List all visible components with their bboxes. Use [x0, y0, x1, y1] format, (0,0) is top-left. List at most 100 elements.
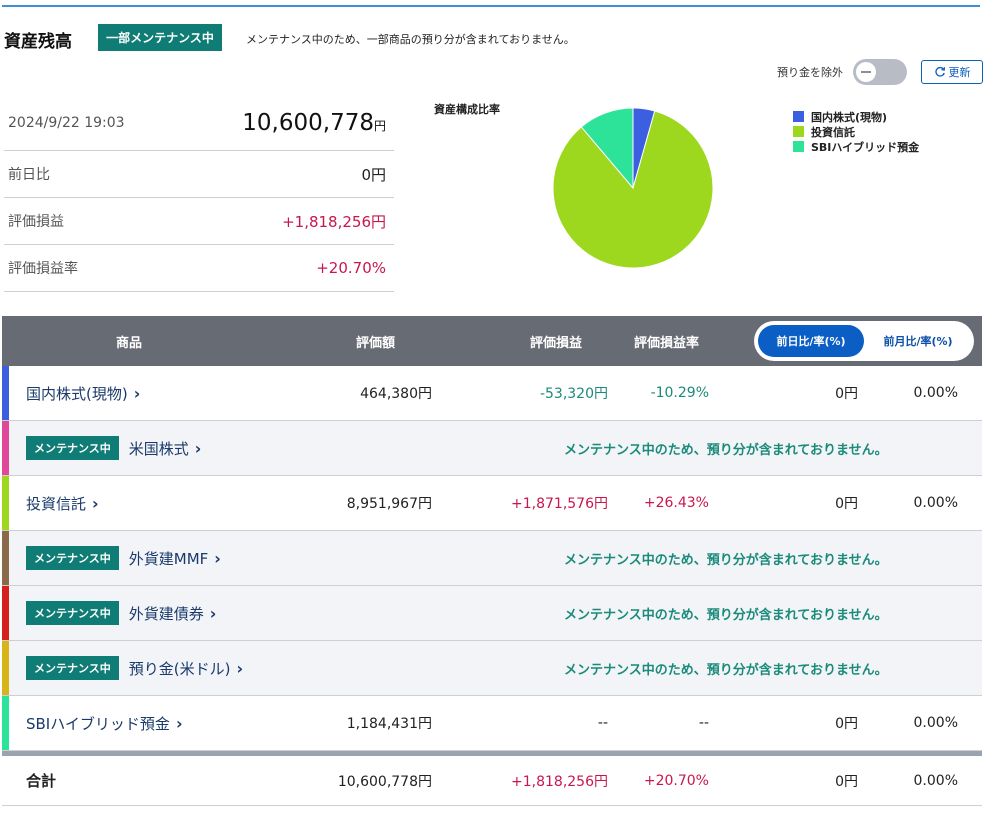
category-color-bar	[2, 531, 9, 585]
table-row: SBIハイブリッド預金 › 1,184,431円 -- -- 0円 0.00%	[2, 696, 982, 751]
product-link[interactable]: メンテナンス中 米国株式 ›	[26, 421, 201, 475]
total-value: 10,600,778円	[337, 773, 432, 790]
exclude-deposit-label: 預り金を除外	[777, 66, 843, 79]
profit-loss: --	[597, 715, 608, 731]
product-link[interactable]: メンテナンス中 外貨建債券 ›	[26, 586, 216, 640]
asset-pie-chart	[552, 107, 714, 269]
total-day-change-rate: 0.00%	[913, 772, 958, 789]
product-link[interactable]: 国内株式(現物) ›	[26, 366, 140, 420]
table-row: 国内株式(現物) › 464,380円 -53,320円 -10.29% 0円 0.00%	[2, 366, 982, 421]
total-row: 合計 10,600,778円 +1,818,256円 +20.70% 0円 0.…	[2, 756, 982, 806]
legend-item: 国内株式(現物)	[793, 109, 919, 124]
comparison-tabs: 前日比/率(%) 前月比/率(%)	[754, 321, 974, 361]
product-name: 投資信託	[26, 494, 87, 513]
day-change: 0円	[835, 496, 858, 512]
product-link[interactable]: 投資信託 ›	[26, 476, 99, 530]
legend-label: 国内株式(現物)	[811, 110, 888, 124]
profit-loss: -53,320円	[539, 386, 608, 402]
chevron-right-icon: ›	[92, 493, 99, 513]
tab-day-comparison[interactable]: 前日比/率(%)	[758, 325, 864, 357]
total-label: 合計	[26, 772, 57, 790]
holdings-table: 商品 評価額 評価損益 評価損益率 前日比/率(%) 前月比/率(%) 国内株式…	[2, 316, 982, 806]
category-color-bar	[2, 421, 9, 475]
maintenance-row-message: メンテナンス中のため、預り分が含まれておりません。	[564, 552, 888, 568]
table-row: 投資信託 › 8,951,967円 +1,871,576円 +26.43% 0円 0.00%	[2, 476, 982, 531]
product-name: SBIハイブリッド預金	[26, 714, 170, 733]
day-change-rate: 0.00%	[913, 495, 958, 511]
timestamp: 2024/9/22 19:03	[8, 115, 125, 131]
refresh-icon	[934, 66, 945, 77]
day-change-label: 前日比	[8, 167, 50, 183]
valuation: 464,380円	[360, 386, 432, 402]
table-row: メンテナンス中 外貨建債券 › メンテナンス中のため、預り分が含まれておりません。	[2, 586, 982, 641]
summary-total-row: 2024/9/22 19:03 10,600,778円	[4, 96, 394, 151]
day-change: 0円	[835, 386, 858, 402]
category-color-bar	[2, 366, 9, 420]
chevron-right-icon: ›	[133, 383, 141, 403]
chevron-right-icon: ›	[214, 548, 221, 568]
profit-loss: +1,871,576円	[511, 496, 608, 512]
maintenance-row-message: メンテナンス中のため、預り分が含まれておりません。	[564, 662, 888, 678]
exclude-deposit-toggle[interactable]	[853, 59, 907, 85]
chart-title: 資産構成比率	[434, 103, 500, 116]
product-name: 外貨建MMF	[128, 549, 209, 568]
tab-month-comparison[interactable]: 前月比/率(%)	[866, 325, 970, 357]
chevron-right-icon: ›	[194, 438, 202, 458]
legend-label: 投資信託	[811, 125, 855, 139]
profit-loss-rate: -10.29%	[650, 385, 709, 401]
maintenance-row-message: メンテナンス中のため、預り分が含まれておりません。	[564, 442, 888, 458]
chart-legend: 国内株式(現物) 投資信託 SBIハイブリッド預金	[793, 109, 919, 154]
legend-swatch	[793, 126, 804, 137]
chevron-right-icon: ›	[236, 658, 244, 678]
product-link[interactable]: SBIハイブリッド預金 ›	[26, 696, 183, 750]
category-color-bar	[2, 696, 9, 750]
total-pl-rate: +20.70%	[643, 772, 709, 789]
maintenance-badge: メンテナンス中	[26, 656, 119, 680]
product-name: 外貨建債券	[128, 604, 204, 623]
category-color-bar	[2, 586, 9, 640]
pl-rate-value: +20.70%	[316, 259, 386, 277]
legend-item: SBIハイブリッド預金	[793, 139, 919, 154]
legend-swatch	[793, 111, 804, 122]
summary-table: 2024/9/22 19:03 10,600,778円 前日比 0円 評価損益 …	[4, 96, 394, 292]
summary-pl-row: 評価損益 +1,818,256円	[4, 198, 394, 245]
table-row: メンテナンス中 米国株式 › メンテナンス中のため、預り分が含まれておりません。	[2, 421, 982, 476]
legend-label: SBIハイブリッド預金	[811, 140, 920, 154]
profit-loss-rate: --	[698, 715, 709, 731]
day-change: 0円	[835, 716, 858, 732]
maintenance-badge: メンテナンス中	[26, 546, 119, 570]
total-pl: +1,818,256円	[511, 773, 608, 790]
header-pl: 評価損益	[530, 335, 583, 351]
header-pl-rate: 評価損益率	[634, 335, 700, 351]
product-link[interactable]: メンテナンス中 預り金(米ドル) ›	[26, 641, 243, 695]
valuation: 1,184,431円	[346, 716, 432, 732]
header-value: 評価額	[356, 335, 396, 351]
legend-item: 投資信託	[793, 124, 919, 139]
legend-swatch	[793, 141, 804, 152]
day-change-value: 0円	[361, 165, 386, 184]
valuation: 8,951,967円	[346, 496, 432, 512]
day-change-rate: 0.00%	[913, 385, 958, 401]
summary-pl-rate-row: 評価損益率 +20.70%	[4, 245, 394, 292]
maintenance-badge: メンテナンス中	[26, 601, 119, 625]
product-link[interactable]: メンテナンス中 外貨建MMF ›	[26, 531, 221, 585]
page-title: 資産残高	[4, 32, 72, 52]
pl-rate-label: 評価損益率	[8, 261, 78, 277]
refresh-button[interactable]: 更新	[921, 60, 983, 84]
header-product: 商品	[116, 335, 143, 351]
maintenance-badge: 一部メンテナンス中	[98, 24, 222, 51]
product-name: 国内株式(現物)	[26, 384, 128, 403]
chevron-right-icon: ›	[175, 713, 183, 733]
day-change-rate: 0.00%	[913, 715, 958, 731]
table-row: メンテナンス中 外貨建MMF › メンテナンス中のため、預り分が含まれておりません。	[2, 531, 982, 586]
total-day-change: 0円	[835, 773, 858, 790]
category-color-bar	[2, 476, 9, 530]
maintenance-message: メンテナンス中のため、一部商品の預り分が含まれておりません。	[246, 33, 575, 46]
toggle-knob	[856, 62, 876, 82]
maintenance-row-message: メンテナンス中のため、預り分が含まれておりません。	[564, 607, 888, 623]
summary-day-change-row: 前日比 0円	[4, 151, 394, 198]
pl-label: 評価損益	[8, 214, 64, 230]
product-name: 預り金(米ドル)	[128, 659, 231, 678]
maintenance-badge: メンテナンス中	[26, 436, 119, 460]
category-color-bar	[2, 641, 9, 695]
